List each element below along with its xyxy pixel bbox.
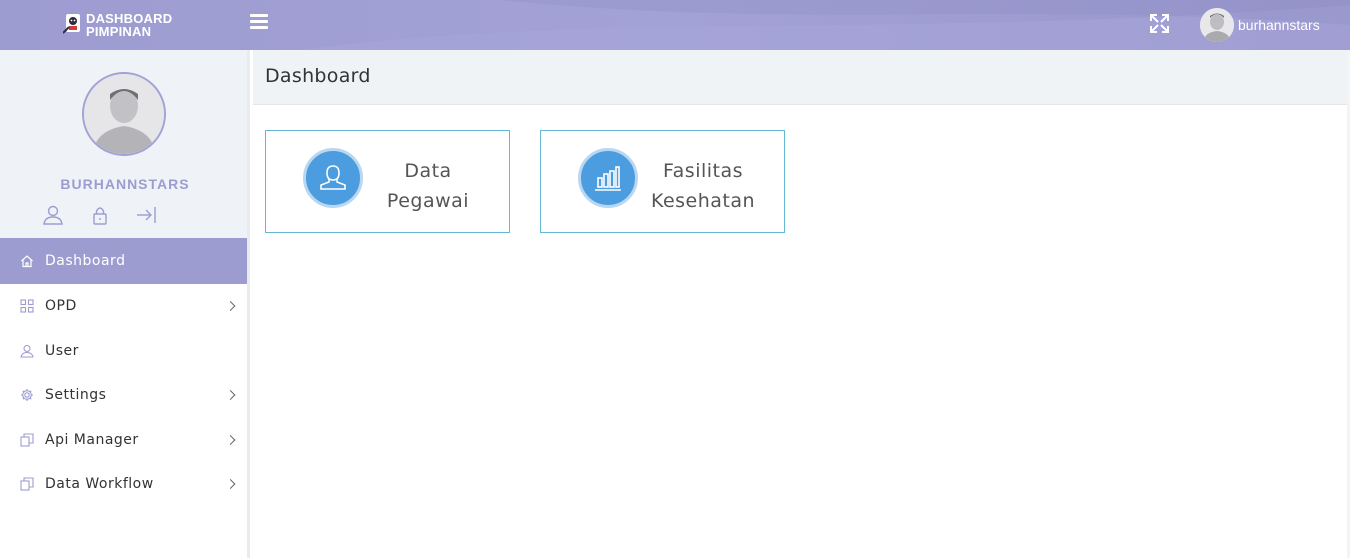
user-icon <box>20 344 34 358</box>
profile-actions <box>42 204 183 226</box>
sidebar-toggle-hamburger-icon[interactable] <box>250 14 270 34</box>
chevron-right-icon <box>225 390 236 401</box>
card-label: Data Pegawai <box>368 156 488 216</box>
chevron-right-icon <box>225 301 236 312</box>
sidebar: BURHANNSTARS Dashboard OPD User Settings… <box>0 50 250 558</box>
documents-icon <box>20 433 34 447</box>
home-icon <box>20 254 34 268</box>
profile-avatar[interactable] <box>82 72 166 156</box>
sidebar-item-data-workflow[interactable]: Data Workflow <box>0 462 247 507</box>
logo-line-2: PIMPINAN <box>86 24 152 39</box>
logo-mark-icon <box>62 13 83 37</box>
top-avatar[interactable] <box>1200 8 1234 42</box>
grid-icon <box>20 299 34 313</box>
sidebar-item-settings[interactable]: Settings <box>0 373 247 418</box>
card-label: Fasilitas Kesehatan <box>643 156 763 216</box>
user-icon <box>303 148 363 208</box>
sidebar-item-user[interactable]: User <box>0 329 247 374</box>
top-user-menu[interactable]: burhannstars <box>1200 8 1320 42</box>
content-header: Dashboard <box>253 50 1350 105</box>
sidebar-item-label: Api Manager <box>45 431 139 448</box>
page-title: Dashboard <box>265 65 371 87</box>
sidebar-item-label: OPD <box>45 298 77 315</box>
card-label-line-1: Data <box>404 160 452 182</box>
sidebar-item-label: Dashboard <box>45 253 126 269</box>
profile-logout-icon[interactable] <box>136 204 158 226</box>
sidebar-item-dashboard[interactable]: Dashboard <box>0 238 247 284</box>
chevron-right-icon <box>225 479 236 490</box>
bar-chart-icon <box>578 148 638 208</box>
profile-name: BURHANNSTARS <box>60 176 190 192</box>
card-label-line-2: Kesehatan <box>650 190 756 212</box>
profile-user-icon[interactable] <box>42 204 64 226</box>
chevron-right-icon <box>225 434 236 445</box>
top-navbar: DASHBOARD PIMPINAN burhannstars <box>0 0 1350 50</box>
sidebar-menu: Dashboard OPD User Settings Api Manager … <box>0 238 247 507</box>
app-logo[interactable]: DASHBOARD PIMPINAN <box>62 12 172 38</box>
documents-icon <box>20 477 34 491</box>
header-wave-decoration <box>300 0 1350 50</box>
gear-icon <box>20 388 34 402</box>
top-username[interactable]: burhannstars <box>1238 17 1320 33</box>
card-label-line-2: Pegawai <box>386 190 470 212</box>
card-label-line-1: Fasilitas <box>662 160 744 182</box>
card-fasilitas-kesehatan[interactable]: Fasilitas Kesehatan <box>540 130 785 233</box>
logo-text: DASHBOARD PIMPINAN <box>86 12 172 38</box>
sidebar-item-label: Data Workflow <box>45 476 154 493</box>
fullscreen-expand-icon[interactable] <box>1149 13 1170 34</box>
sidebar-item-label: User <box>45 342 79 359</box>
sidebar-profile: BURHANNSTARS <box>0 50 247 238</box>
card-data-pegawai[interactable]: Data Pegawai <box>265 130 510 233</box>
sidebar-item-api-manager[interactable]: Api Manager <box>0 418 247 463</box>
sidebar-item-label: Settings <box>45 387 107 404</box>
sidebar-item-opd[interactable]: OPD <box>0 284 247 329</box>
profile-lock-icon[interactable] <box>89 204 111 226</box>
